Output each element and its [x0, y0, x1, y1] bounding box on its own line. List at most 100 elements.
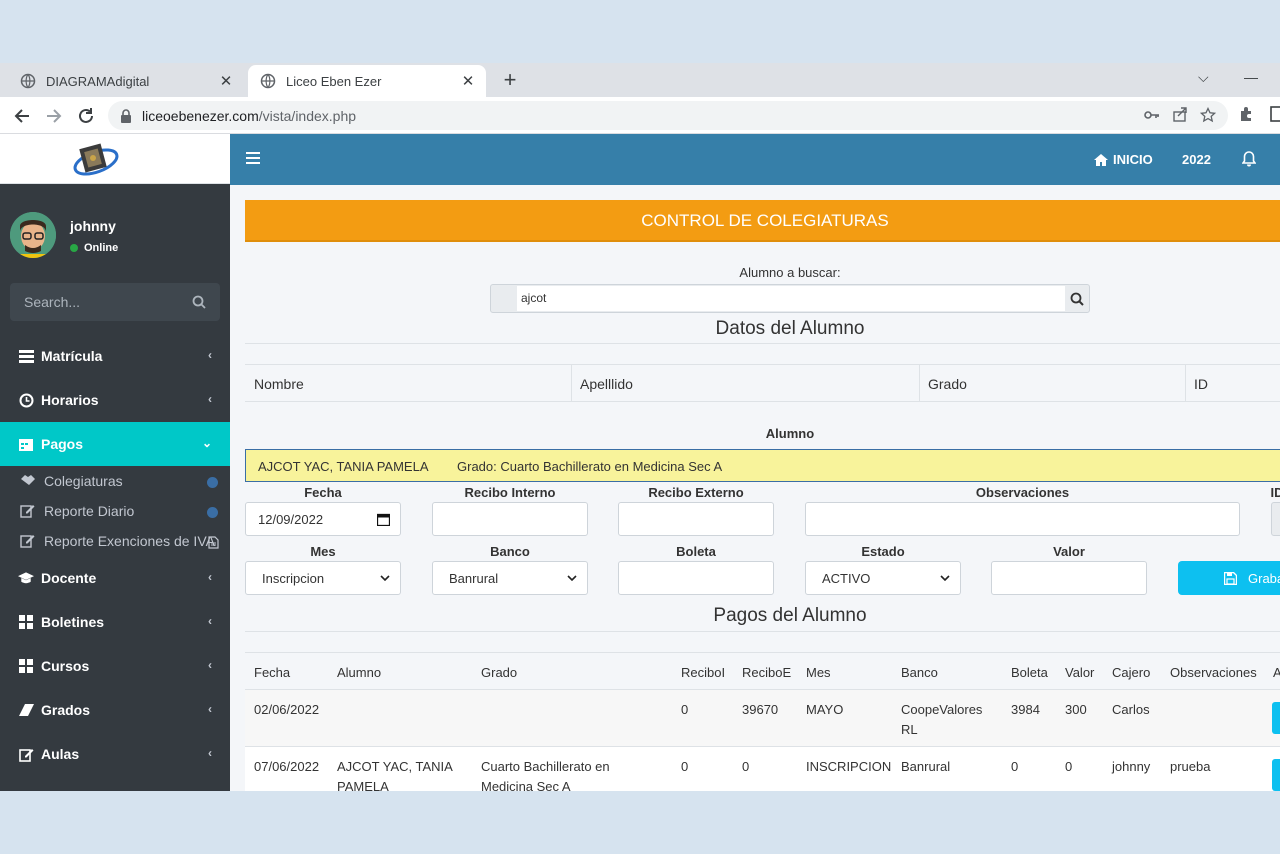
lock-icon — [121, 108, 131, 123]
sidebar-subitem-label: Reporte Exenciones de IVA — [44, 533, 215, 549]
cell-cajero: johnny — [1112, 759, 1151, 774]
sidebar-item-label: Docente — [41, 570, 97, 586]
student-search-input[interactable]: ajcot — [517, 286, 1065, 311]
side-panel-icon[interactable] — [1270, 105, 1280, 123]
mes-select[interactable]: Inscripcion — [245, 561, 401, 595]
search-label: Alumno a buscar: — [739, 265, 841, 280]
row-action-button[interactable] — [1272, 759, 1280, 791]
reload-icon[interactable] — [75, 105, 97, 127]
save-button[interactable]: Graba — [1178, 561, 1280, 595]
datos-section-title: Datos del Alumno — [715, 318, 865, 339]
row-action-button[interactable] — [1272, 702, 1280, 734]
inicio-label: INICIO — [1113, 152, 1153, 167]
col-reciboi: ReciboI — [681, 665, 726, 680]
inicio-link[interactable]: INICIO — [1094, 152, 1153, 167]
minimize-icon[interactable]: — — [1244, 69, 1258, 85]
sidebar-subitem-reporte-diario[interactable]: Reporte Diario — [0, 496, 230, 526]
col-cajero: Cajero — [1112, 665, 1151, 680]
cell-reciboi: 0 — [681, 759, 689, 774]
sidebar-subitem-colegiaturas[interactable]: Colegiaturas — [0, 466, 230, 496]
sidebar-subitem-reporte-exenciones[interactable]: Reporte Exenciones de IVA — [0, 526, 230, 556]
chevron-down-icon — [940, 575, 950, 581]
year-link[interactable]: 2022 — [1182, 152, 1211, 167]
sidebar-item-cursos[interactable]: Cursos ‹ — [0, 644, 230, 688]
star-icon[interactable] — [1200, 107, 1216, 123]
col-nombre: Nombre — [254, 376, 304, 392]
close-tab-icon[interactable]: ✕ — [458, 72, 478, 90]
valor-input[interactable] — [991, 561, 1147, 595]
tab-title: DIAGRAMAdigital — [46, 73, 150, 89]
user-name: johnny — [70, 218, 116, 234]
sidebar-item-label: Boletines — [41, 614, 105, 630]
forward-icon[interactable] — [43, 105, 65, 127]
search-button[interactable] — [1065, 285, 1089, 312]
extensions-icon[interactable] — [1238, 105, 1256, 123]
omnibox[interactable]: liceoebenezer.com/vista/index.php — [108, 101, 1228, 130]
globe-icon — [20, 73, 36, 89]
cell-mes: MAYO — [806, 702, 844, 717]
sidebar-item-grados[interactable]: Grados ‹ — [0, 688, 230, 732]
list-icon — [18, 348, 34, 364]
sidebar-item-boletines[interactable]: Boletines ‹ — [0, 600, 230, 644]
banco-select[interactable]: Banrural — [432, 561, 588, 595]
sidebar-search-input[interactable] — [10, 294, 180, 310]
estado-select[interactable]: ACTIVO — [805, 561, 961, 595]
browser-tab-liceo[interactable]: Liceo Eben Ezer ✕ — [248, 65, 486, 97]
brand-logo-area[interactable] — [0, 134, 230, 184]
recibo-externo-input[interactable] — [618, 502, 774, 536]
search-icon[interactable] — [192, 295, 206, 309]
cell-fecha: 02/06/2022 — [254, 702, 320, 717]
student-name: AJCOT YAC, TANIA PAMELA — [258, 459, 429, 474]
bell-icon[interactable] — [1242, 151, 1256, 167]
user-panel[interactable]: johnny Online — [10, 212, 118, 258]
chevron-left-icon: ‹ — [208, 746, 212, 760]
eraser-icon — [18, 702, 34, 718]
globe-icon — [260, 73, 276, 89]
top-navbar: INICIO 2022 — [230, 134, 1280, 185]
col-fecha: Fecha — [254, 665, 291, 680]
avatar-image — [10, 212, 56, 258]
status-dot — [207, 477, 218, 488]
col-boleta: Boleta — [1011, 665, 1048, 680]
key-icon[interactable] — [1144, 107, 1160, 123]
fecha-input[interactable]: 12/09/2022 — [245, 502, 401, 536]
sidebar-item-docente[interactable]: Docente ‹ — [0, 556, 230, 600]
back-icon[interactable] — [11, 105, 33, 127]
browser-tab-diagramadigital[interactable]: DIAGRAMAdigital ✕ — [8, 65, 244, 97]
chevron-left-icon: ‹ — [208, 658, 212, 672]
sidebar-item-pagos[interactable]: Pagos ⌄ — [0, 422, 230, 466]
online-dot — [70, 244, 78, 252]
sidebar: johnny Online Matrícula ‹ Horarios ‹ — [0, 184, 230, 791]
grid-icon — [18, 658, 34, 674]
close-tab-icon[interactable]: ✕ — [216, 72, 236, 90]
col-id: ID — [1194, 376, 1208, 392]
sidebar-item-label: Pagos — [41, 436, 84, 452]
tab-search-icon[interactable]: ⌵ — [1198, 69, 1209, 86]
document-icon — [208, 536, 219, 549]
recibo-interno-input[interactable] — [432, 502, 588, 536]
cell-fecha: 07/06/2022 — [254, 759, 320, 774]
sidebar-item-aulas[interactable]: Aulas ‹ — [0, 732, 230, 776]
edit-icon — [20, 533, 36, 549]
mes-label: Mes — [310, 544, 336, 559]
observaciones-input[interactable] — [805, 502, 1240, 536]
chevron-left-icon: ‹ — [208, 570, 212, 584]
boleta-input[interactable] — [618, 561, 774, 595]
sidebar-item-horarios[interactable]: Horarios ‹ — [0, 378, 230, 422]
sidebar-item-matricula[interactable]: Matrícula ‹ — [0, 334, 230, 378]
id-input[interactable] — [1271, 502, 1280, 536]
calendar-icon[interactable] — [377, 513, 390, 526]
edit-icon — [20, 503, 36, 519]
sidebar-item-label: Grados — [41, 702, 91, 718]
col-grado: Grado — [928, 376, 967, 392]
banco-value: Banrural — [449, 570, 499, 586]
recibo-interno-label: Recibo Interno — [464, 485, 556, 500]
share-icon[interactable] — [1172, 107, 1188, 123]
table-row: 07/06/2022 AJCOT YAC, TANIA PAMELA Cuart… — [245, 747, 1280, 791]
new-tab-button[interactable]: + — [496, 66, 524, 94]
handshake-icon — [20, 473, 36, 489]
school-logo — [73, 143, 119, 176]
datos-table-header: Nombre Apelllido Grado ID — [245, 364, 1280, 402]
hamburger-menu-icon[interactable] — [246, 152, 260, 164]
cell-alumno: AJCOT YAC, TANIA PAMELA — [337, 759, 453, 791]
